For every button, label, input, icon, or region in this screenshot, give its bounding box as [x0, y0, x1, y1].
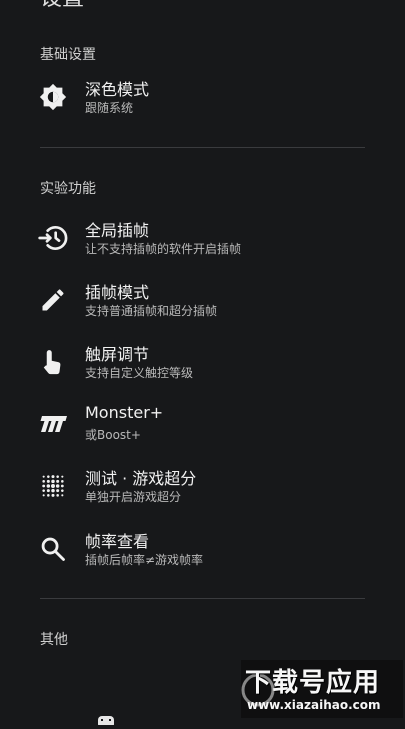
monster-logo-icon: [36, 407, 70, 441]
setting-title: 测试 · 游戏超分: [85, 469, 197, 488]
setting-title: 深色模式: [85, 80, 150, 99]
setting-subtitle: 单独开启游戏超分: [85, 490, 182, 504]
setting-global-interpolation[interactable]: 全局插帧 让不支持插帧的软件开启插帧: [0, 213, 405, 269]
watermark: 下载号应用 www.xiazaihao.com: [241, 660, 403, 718]
setting-subtitle: 支持自定义触控等级: [85, 366, 194, 380]
setting-title: 全局插帧: [85, 221, 150, 240]
setting-touch-adjust[interactable]: 触屏调节 支持自定义触控等级: [0, 337, 405, 393]
setting-subtitle: 支持普通插帧和超分插帧: [85, 304, 218, 318]
setting-title: 触屏调节: [85, 345, 150, 364]
setting-frame-rate-view[interactable]: 帧率查看 插帧后帧率≠游戏帧率: [0, 524, 405, 580]
divider: [40, 598, 365, 599]
setting-title: 帧率查看: [85, 532, 150, 551]
watermark-url: www.xiazaihao.com: [247, 698, 381, 712]
divider: [40, 147, 365, 148]
setting-interpolation-mode[interactable]: 插帧模式 支持普通插帧和超分插帧: [0, 275, 405, 331]
section-header-experimental: 实验功能: [40, 181, 96, 197]
setting-subtitle: 或Boost+: [85, 428, 141, 442]
setting-game-super-resolution[interactable]: 测试 · 游戏超分 单独开启游戏超分: [0, 461, 405, 517]
brightness-auto-icon: [36, 80, 70, 114]
section-header-basic: 基础设置: [40, 47, 96, 63]
pencil-icon: [36, 283, 70, 317]
touch-hand-icon: [36, 345, 70, 379]
page-title: 设置: [40, 0, 84, 12]
search-icon: [36, 532, 70, 566]
setting-monster-plus[interactable]: Monster+ 或Boost+: [0, 399, 405, 455]
setting-subtitle: 让不支持插帧的软件开启插帧: [85, 242, 242, 256]
watermark-title: 下载号应用: [245, 668, 381, 698]
setting-title: 插帧模式: [85, 283, 150, 302]
dot-grid-icon: [36, 469, 70, 503]
setting-subtitle: 跟随系统: [85, 101, 134, 115]
global-interpolation-icon: [36, 221, 70, 255]
setting-title: Monster+: [85, 403, 164, 422]
setting-subtitle: 插帧后帧率≠游戏帧率: [85, 553, 204, 567]
section-header-other: 其他: [40, 632, 68, 648]
setting-dark-mode[interactable]: 深色模式 跟随系统: [0, 72, 405, 128]
